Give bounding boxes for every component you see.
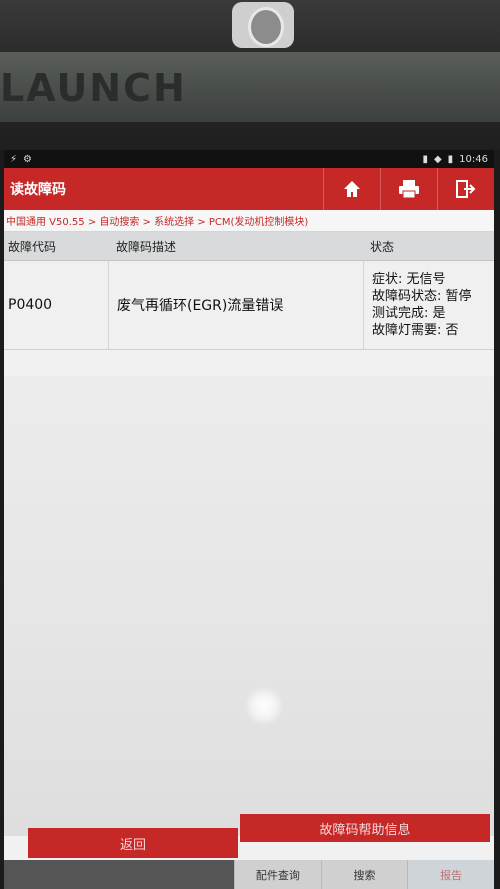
table-row[interactable]: P0400 废气再循环(EGR)流量错误 症状: 无信号 故障码状态: 暂停 测… xyxy=(4,261,494,350)
screen: ⚡ ⚙ ▮ ◆ ▮ 10:46 读故障码 中国通用 V50.55 > 自动搜索 … xyxy=(4,150,494,889)
page-title: 读故障码 xyxy=(10,182,66,198)
tab-search[interactable]: 搜索 xyxy=(320,860,408,889)
wifi-icon: ◆ xyxy=(433,153,442,165)
status-line: 症状: 无信号 xyxy=(372,272,446,287)
header-code: 故障代码 xyxy=(8,239,57,254)
usb-icon: ⚡ xyxy=(10,153,18,165)
signal-icon: ▮ xyxy=(422,153,428,165)
home-icon xyxy=(344,181,360,197)
status-bar: ⚡ ⚙ ▮ ◆ ▮ 10:46 xyxy=(4,150,494,168)
empty-list-area xyxy=(4,376,494,836)
print-button[interactable] xyxy=(380,168,437,210)
status-line: 测试完成: 是 xyxy=(372,306,446,321)
status-line: 故障灯需要: 否 xyxy=(372,323,459,338)
screen-glare xyxy=(244,686,284,726)
dtc-help-button[interactable]: 故障码帮助信息 xyxy=(240,814,490,842)
dtc-code: P0400 xyxy=(4,261,109,349)
back-button[interactable]: 返回 xyxy=(28,828,238,858)
dtc-status: 症状: 无信号 故障码状态: 暂停 测试完成: 是 故障灯需要: 否 xyxy=(364,271,494,339)
clock: 10:46 xyxy=(459,153,488,165)
device-knob-inner xyxy=(248,7,284,47)
brand-logo: LAUNCH xyxy=(0,66,187,110)
breadcrumb: 中国通用 V50.55 > 自动搜索 > 系统选择 > PCM(发动机控制模块) xyxy=(4,210,494,232)
table-header: 故障代码 故障码描述 状态 xyxy=(4,232,494,261)
title-bar: 读故障码 xyxy=(4,168,494,210)
device-top-frame: LAUNCH xyxy=(0,0,500,150)
action-bar: 返回 故障码帮助信息 xyxy=(28,814,490,860)
bezel-right xyxy=(494,150,500,889)
device-knob xyxy=(232,2,294,48)
bottom-tabs: 配件查询 搜索 报告 xyxy=(234,860,494,889)
status-line: 故障码状态: 暂停 xyxy=(372,289,472,304)
bottom-left-area xyxy=(4,860,234,889)
exit-icon xyxy=(456,180,476,198)
exit-button[interactable] xyxy=(437,168,494,210)
printer-icon xyxy=(399,180,419,199)
settings-icon: ⚙ xyxy=(23,153,32,165)
tab-parts-query[interactable]: 配件查询 xyxy=(234,860,321,889)
tab-report[interactable]: 报告 xyxy=(407,860,494,889)
home-button[interactable] xyxy=(323,168,380,210)
header-description: 故障码描述 xyxy=(116,239,177,254)
header-status: 状态 xyxy=(370,239,395,254)
dtc-description: 废气再循环(EGR)流量错误 xyxy=(109,261,364,349)
battery-icon: ▮ xyxy=(447,153,454,165)
